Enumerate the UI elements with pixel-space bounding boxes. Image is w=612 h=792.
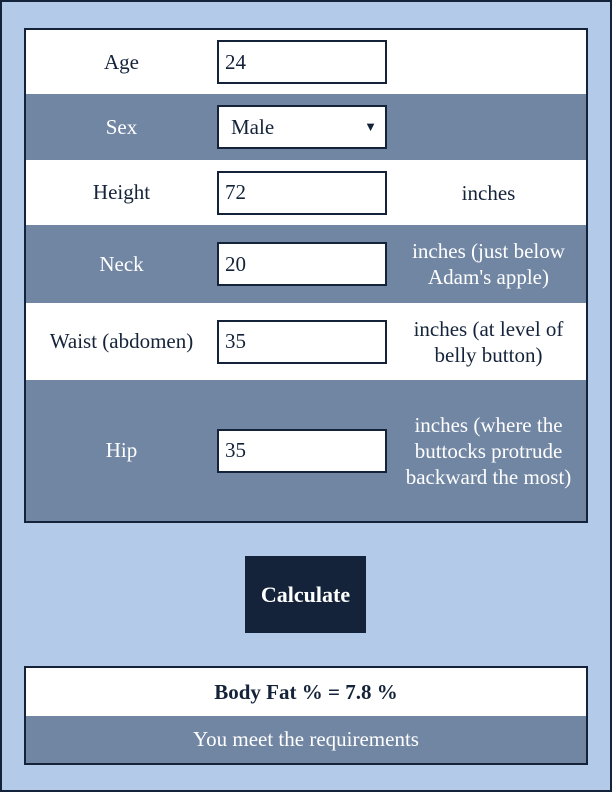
waist-label: Waist (abdomen) — [49, 329, 194, 353]
waist-value: 35 — [225, 329, 246, 353]
neck-input[interactable]: 20 — [217, 242, 387, 286]
sex-row: Sex Male ▼ — [26, 94, 586, 160]
height-value: 72 — [225, 180, 246, 204]
waist-row: Waist (abdomen) 35 inches (at level of b… — [26, 303, 586, 380]
hip-label: Hip — [105, 438, 138, 462]
neck-label: Neck — [99, 251, 144, 276]
age-value: 24 — [225, 49, 246, 74]
body-fat-result: Body Fat % = 7.8 % — [26, 668, 586, 716]
neck-value: 20 — [225, 251, 246, 276]
age-input[interactable]: 24 — [217, 40, 387, 84]
height-unit: inches — [461, 180, 516, 205]
hip-row: Hip 35 inches (where the buttocks protru… — [26, 380, 586, 521]
hip-input[interactable]: 35 — [217, 428, 387, 473]
result-box: Body Fat % = 7.8 % You meet the requirem… — [24, 666, 588, 765]
neck-row: Neck 20 inches (just below Adam's apple) — [26, 225, 586, 303]
height-label: Height — [92, 180, 151, 204]
body-fat-form: Age 24 Sex Male ▼ Height 72 inches Neck 2… — [24, 28, 588, 523]
sex-label: Sex — [105, 114, 138, 139]
height-row: Height 72 inches — [26, 160, 586, 225]
calculate-button[interactable]: Calculate — [245, 556, 366, 633]
hip-unit: inches (where the buttocks protrude back… — [405, 412, 572, 489]
age-row: Age 24 — [26, 30, 586, 94]
dropdown-arrow-icon: ▼ — [364, 119, 377, 134]
neck-unit: inches (just below Adam's apple) — [412, 239, 565, 289]
requirements-message: You meet the requirements — [26, 716, 586, 763]
sex-select[interactable]: Male ▼ — [217, 105, 387, 149]
age-label: Age — [104, 49, 139, 74]
height-input[interactable]: 72 — [217, 170, 387, 215]
waist-input[interactable]: 35 — [217, 319, 387, 364]
waist-unit: inches (at level of belly button) — [413, 316, 564, 367]
sex-value: Male — [231, 114, 275, 139]
hip-value: 35 — [225, 438, 246, 462]
